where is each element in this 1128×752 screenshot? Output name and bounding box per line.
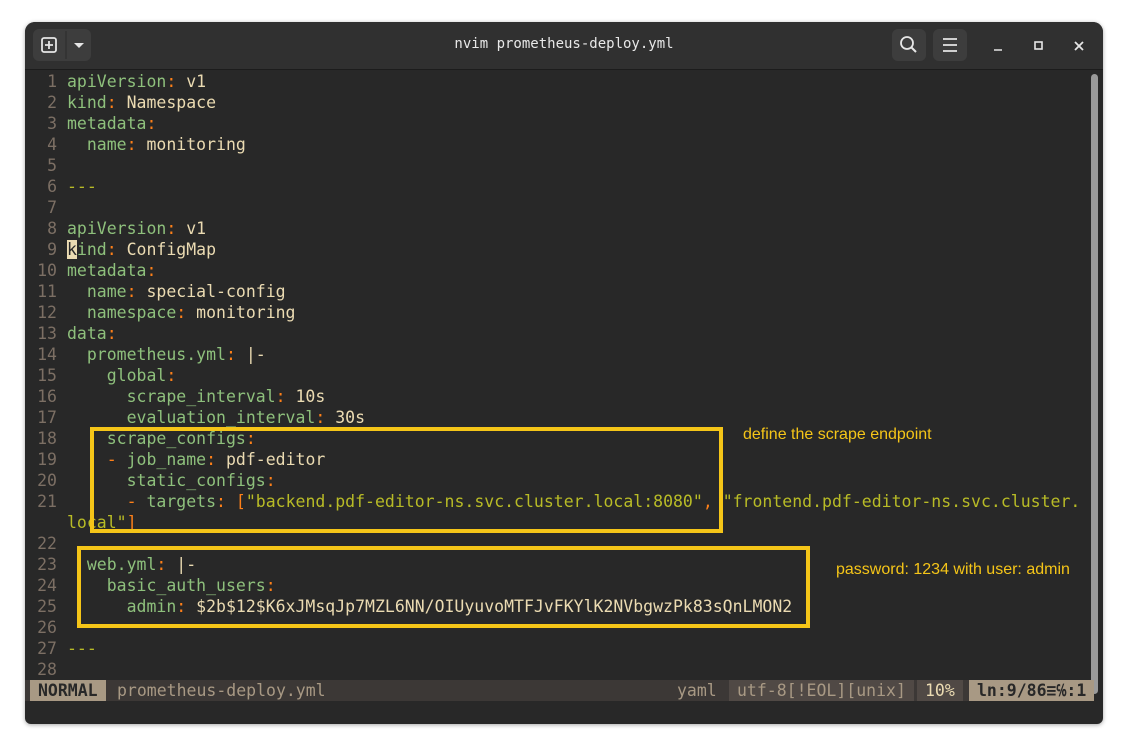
code-line[interactable]: 8 apiVersion: v1 xyxy=(25,218,206,239)
line-number: 8 xyxy=(47,219,57,238)
line-number: 25 xyxy=(37,597,57,616)
line-number: 21 xyxy=(37,492,57,511)
line-number: 14 xyxy=(37,345,57,364)
code-line[interactable]: 1 apiVersion: v1 xyxy=(25,71,206,92)
search-icon xyxy=(900,36,917,53)
line-number: 5 xyxy=(47,156,57,175)
hamburger-menu-icon xyxy=(943,38,957,52)
text-cursor: k xyxy=(67,240,77,259)
line-number: 3 xyxy=(47,114,57,133)
line-number: 22 xyxy=(37,534,57,553)
line-number: 6 xyxy=(47,177,57,196)
status-percent: 10% xyxy=(917,680,963,701)
status-line: NORMAL prometheus-deploy.yml yaml utf-8[… xyxy=(25,680,1095,701)
line-number: 24 xyxy=(37,576,57,595)
line-number: 15 xyxy=(37,366,57,385)
search-button[interactable] xyxy=(892,29,926,61)
line-number: 23 xyxy=(37,555,57,574)
code-line[interactable]: 6 --- xyxy=(25,176,97,197)
menu-button[interactable] xyxy=(933,29,967,61)
code-line[interactable]: 10 metadata: xyxy=(25,260,156,281)
code-line[interactable]: 14 prometheus.yml: |- xyxy=(25,344,266,365)
code-line[interactable]: 15 global: xyxy=(25,365,176,386)
line-number: 9 xyxy=(47,240,57,259)
code-line[interactable]: 5 xyxy=(25,155,57,176)
line-number: 7 xyxy=(47,198,57,217)
scrape-config-highlight-box xyxy=(90,427,723,533)
code-line[interactable]: 3 metadata: xyxy=(25,113,156,134)
status-encoding: utf-8[!EOL][unix] xyxy=(729,680,914,701)
line-number: 27 xyxy=(37,639,57,658)
status-position: ln:9/86≡℅:1 xyxy=(969,680,1095,701)
code-line[interactable]: 22 xyxy=(25,533,57,554)
code-line[interactable]: 9 kind: ConfigMap xyxy=(25,239,216,260)
code-line[interactable]: 4 name: monitoring xyxy=(25,134,246,155)
line-number: 13 xyxy=(37,324,57,343)
title-bar: nvim prometheus-deploy.yml xyxy=(25,22,1103,70)
code-line[interactable]: 27 --- xyxy=(25,638,97,659)
code-line[interactable]: 16 scrape_interval: 10s xyxy=(25,386,325,407)
line-number: 11 xyxy=(37,282,57,301)
line-number: 17 xyxy=(37,408,57,427)
line-number: 18 xyxy=(37,429,57,448)
code-line[interactable]: 13 data: xyxy=(25,323,117,344)
code-line[interactable]: 11 name: special-config xyxy=(25,281,285,302)
code-line[interactable]: 12 namespace: monitoring xyxy=(25,302,295,323)
minimize-icon[interactable] xyxy=(991,38,1007,54)
maximize-icon[interactable] xyxy=(1031,38,1047,54)
code-line[interactable]: 2 kind: Namespace xyxy=(25,92,216,113)
password-annotation: password: 1234 with user: admin xyxy=(836,561,1070,578)
line-number: 1 xyxy=(47,72,57,91)
scrape-endpoint-annotation: define the scrape endpoint xyxy=(743,426,932,443)
mode-indicator: NORMAL xyxy=(30,680,106,701)
scrollbar-thumb[interactable] xyxy=(1091,74,1098,694)
auth-highlight-box xyxy=(77,546,810,628)
line-number: 20 xyxy=(37,471,57,490)
line-number: 2 xyxy=(47,93,57,112)
code-line[interactable]: 17 evaluation_interval: 30s xyxy=(25,407,365,428)
line-number: 19 xyxy=(37,450,57,469)
terminal-window: nvim prometheus-deploy.yml 1 apiVersion:… xyxy=(25,22,1103,724)
line-number: 16 xyxy=(37,387,57,406)
code-line[interactable]: 28 xyxy=(25,659,57,680)
code-line[interactable]: 7 xyxy=(25,197,57,218)
status-filetype: yaml xyxy=(677,681,717,700)
line-number: 12 xyxy=(37,303,57,322)
line-number: 28 xyxy=(37,660,57,679)
line-number: 4 xyxy=(47,135,57,154)
line-number: 10 xyxy=(37,261,57,280)
code-line[interactable]: 26 xyxy=(25,617,57,638)
editor-buffer[interactable]: 1 apiVersion: v1 2 kind: Namespace 3 metada… xyxy=(25,70,1085,684)
line-number: 26 xyxy=(37,618,57,637)
close-icon[interactable] xyxy=(1071,38,1087,54)
status-filename: prometheus-deploy.yml xyxy=(117,681,326,700)
